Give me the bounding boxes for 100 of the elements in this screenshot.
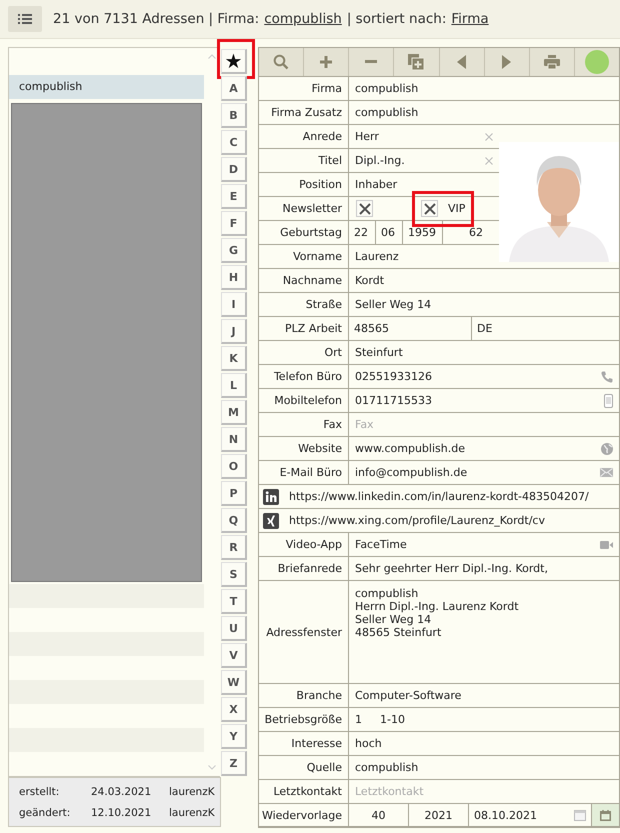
field-label: Adressfenster (259, 581, 349, 684)
field-label: Video-App (259, 533, 349, 557)
text-field[interactable]: Computer-Software (349, 684, 619, 708)
letter-button[interactable]: B (220, 103, 247, 128)
text-field[interactable]: www.compublish.de (349, 437, 619, 461)
url-field[interactable]: https://www.xing.com/profile/Laurenz_Kordt/cv (259, 509, 619, 533)
letter-button[interactable]: F (220, 211, 247, 236)
clear-icon[interactable] (485, 156, 493, 164)
letter-button[interactable]: L (220, 373, 247, 398)
letter-button[interactable]: I (220, 292, 247, 317)
letter-button[interactable]: M (220, 400, 247, 425)
url-field[interactable]: https://www.linkedin.com/in/laurenz-kordt-483504207/ (259, 485, 619, 509)
letter-button[interactable]: N (220, 427, 247, 452)
text-field[interactable]: 01711715533 (349, 389, 619, 413)
address-field[interactable]: compublish Herrn Dipl.-Ing. Laurenz Kordt Seller Weg 14 48565 Steinfurt (349, 581, 619, 684)
text-field[interactable]: info@compublish.de (349, 461, 619, 485)
field-label: Telefon Büro (259, 365, 349, 389)
field-label: Titel (259, 149, 349, 173)
sort-link[interactable]: Firma (451, 11, 489, 27)
text-field[interactable]: 48565 (349, 317, 472, 340)
text-field[interactable]: compublish (349, 101, 619, 125)
mobile-phone-icon[interactable] (604, 394, 613, 408)
text-field[interactable]: 1959 (403, 221, 443, 244)
text-field[interactable]: 2021 (409, 804, 469, 826)
letter-button[interactable]: W (220, 670, 247, 695)
letter-button[interactable]: C (220, 130, 247, 155)
letter-button[interactable]: R (220, 535, 247, 560)
letter-button[interactable]: ★ (220, 49, 247, 74)
x-badge-icon (263, 512, 279, 528)
text-field[interactable]: 22 (349, 221, 376, 244)
letter-button[interactable]: T (220, 589, 247, 614)
field-label: Branche (259, 684, 349, 708)
field-label: Interesse (259, 732, 349, 756)
footer-date: 12.10.2021 (91, 806, 152, 818)
calendar-icon[interactable] (574, 810, 586, 820)
field-label: Ort (259, 341, 349, 365)
checkbox[interactable] (421, 200, 438, 217)
list-item[interactable]: compublish (9, 75, 204, 100)
field-label: PLZ Arbeit (259, 317, 349, 341)
letter-button[interactable]: O (220, 454, 247, 479)
field-label: Firma Zusatz (259, 101, 349, 125)
text-field[interactable]: Herr (349, 125, 499, 149)
text-field[interactable]: 40 (349, 804, 409, 826)
text-field[interactable]: 02551933126 (349, 365, 619, 389)
field-label: Vorname (259, 245, 349, 269)
letter-button[interactable]: Y (220, 724, 247, 749)
checkbox[interactable] (356, 200, 373, 217)
list-icon (18, 14, 32, 24)
letter-button[interactable]: K (220, 346, 247, 371)
field-label: Firma (259, 77, 349, 101)
letter-button[interactable]: S (220, 562, 247, 587)
letter-button[interactable]: H (220, 265, 247, 290)
text-field[interactable]: compublish (349, 756, 619, 780)
letter-button[interactable]: A (220, 76, 247, 101)
letter-button[interactable]: G (220, 238, 247, 263)
mail-icon[interactable] (600, 468, 613, 477)
phone-icon[interactable] (601, 370, 613, 382)
video-camera-icon[interactable] (600, 540, 613, 548)
letter-button[interactable]: V (220, 643, 247, 668)
text-field[interactable]: 62 (443, 221, 499, 244)
footer-label: geändert: (19, 806, 72, 818)
search-icon (273, 54, 290, 70)
field-label: Letztkontakt (259, 780, 349, 804)
text-field[interactable]: Inhaber (349, 173, 499, 197)
field-label: Nachname (259, 269, 349, 293)
text-field[interactable]: Laurenz (349, 245, 499, 269)
text-field[interactable]: Dipl.-Ing. (349, 149, 499, 173)
text-field[interactable]: 06 (376, 221, 403, 244)
text-field[interactable]: hoch (349, 732, 619, 756)
footer-user: laurenzK (169, 806, 216, 818)
field-label: Website (259, 437, 349, 461)
letter-button[interactable]: Z (220, 751, 247, 776)
calendar-button[interactable] (591, 804, 619, 826)
menu-button[interactable] (8, 6, 42, 32)
field-label: Fax (259, 413, 349, 437)
text-field[interactable]: 1 1-10 (349, 708, 619, 732)
text-field[interactable]: compublish (349, 77, 619, 101)
globe-icon[interactable] (601, 442, 613, 454)
text-field[interactable]: Sehr geehrter Herr Dipl.-Ing. Kordt, (349, 557, 619, 581)
text-field[interactable]: DE (472, 317, 619, 340)
letter-button[interactable]: P (220, 481, 247, 506)
text-field[interactable]: 08.10.2021 (469, 804, 591, 826)
letter-button[interactable]: E (220, 184, 247, 209)
clear-icon[interactable] (485, 132, 493, 140)
letter-button[interactable]: Q (220, 508, 247, 533)
field-label: Quelle (259, 756, 349, 780)
text-field[interactable]: Kordt (349, 269, 619, 293)
letter-button[interactable]: J (220, 319, 247, 344)
field-label: Briefanrede (259, 557, 349, 581)
plus-icon (320, 56, 332, 68)
letter-button[interactable]: D (220, 157, 247, 182)
letter-button[interactable]: U (220, 616, 247, 641)
filter-link[interactable]: compublish (264, 11, 342, 27)
text-field[interactable]: Steinfurt (349, 341, 619, 365)
scroll-down-icon (208, 765, 216, 770)
field-label: Anrede (259, 125, 349, 149)
text-field[interactable]: FaceTime (349, 533, 619, 557)
letter-button[interactable]: X (220, 697, 247, 722)
text-field[interactable]: Seller Weg 14 (349, 293, 619, 317)
field-label: Newsletter (259, 197, 349, 221)
